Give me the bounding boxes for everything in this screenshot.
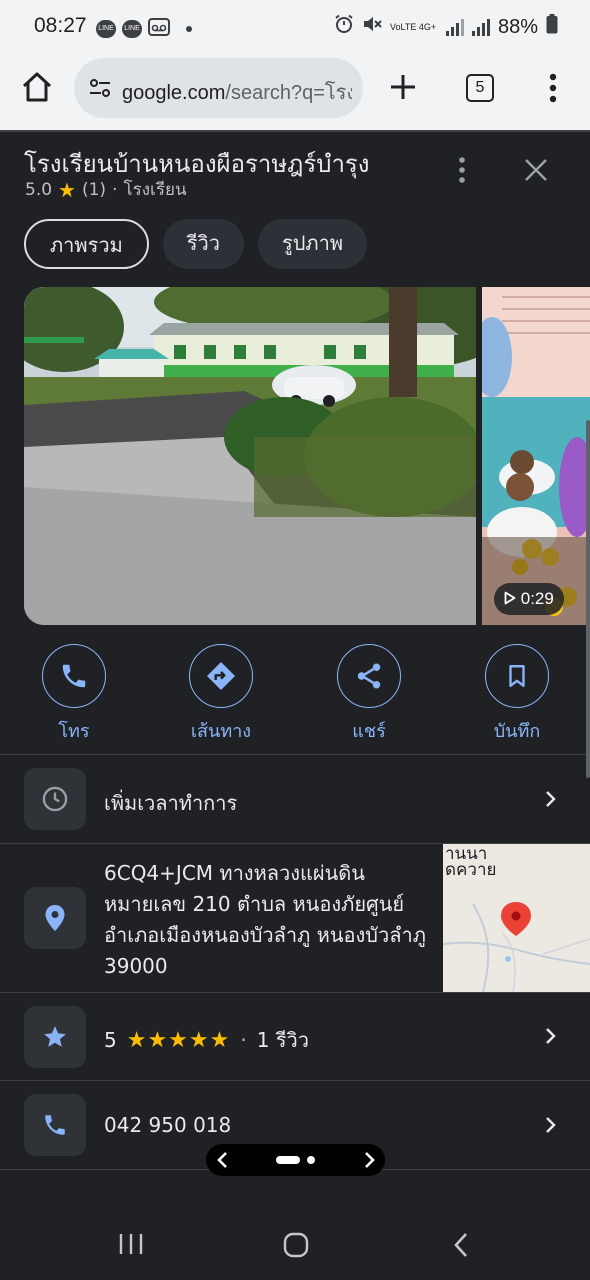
- reviews-row[interactable]: 5 ★★★★★ · 1 รีวิว: [0, 993, 590, 1080]
- place-tabs: ภาพรวม รีวิว รูปภาพ: [24, 219, 368, 269]
- line-icon: LINE: [96, 20, 116, 38]
- more-vert-icon: [459, 157, 465, 183]
- star-icon: [24, 1006, 86, 1068]
- map-label: ดควาย: [445, 860, 497, 880]
- status-time: 08:27: [34, 14, 87, 37]
- rating-value: 5.0: [25, 179, 53, 200]
- new-tab-button[interactable]: [388, 72, 418, 102]
- chevron-right-icon: [546, 1117, 556, 1133]
- tab-overview[interactable]: ภาพรวม: [24, 219, 149, 269]
- review-stars: ★★★★★: [126, 1027, 231, 1053]
- place-panel: โรงเรียนบ้านหนองผือราษฎร์บำรุง 5.0 ★ (1)…: [0, 130, 590, 1205]
- save-action[interactable]: บันทึก: [457, 644, 577, 745]
- signal-icon: [445, 18, 464, 36]
- scrollbar[interactable]: [586, 420, 590, 778]
- chevron-right-icon[interactable]: [360, 1151, 378, 1169]
- review-score: 5: [104, 1028, 117, 1052]
- chevron-right-icon: [546, 791, 556, 807]
- directions-icon[interactable]: [189, 644, 253, 708]
- review-count: (1): [81, 179, 107, 200]
- address-row[interactable]: 6CQ4+JCM ทางหลวงแผ่นดิน หมายเลข 210 ตำบล…: [0, 844, 590, 992]
- battery-percent: 88%: [497, 15, 538, 38]
- tab-photos[interactable]: รูปภาพ: [257, 219, 368, 269]
- close-button[interactable]: [522, 156, 550, 184]
- plus-icon: [391, 75, 415, 99]
- pager-dot-active: [276, 1156, 300, 1164]
- back-icon[interactable]: [452, 1232, 470, 1258]
- hours-text: เพิ่มเวลาทำการ: [104, 791, 238, 815]
- more-notifications-dot: [186, 26, 192, 32]
- home-icon: [22, 72, 52, 102]
- rating-row: 5.0 ★ (1) · โรงเรียน: [25, 176, 187, 203]
- clock-icon: [24, 768, 86, 830]
- home-button[interactable]: [20, 70, 54, 104]
- hours-row[interactable]: เพิ่มเวลาทำการ: [0, 755, 590, 843]
- voicemail-icon: [148, 18, 170, 40]
- alarm-icon: [334, 14, 354, 40]
- close-icon: [525, 159, 547, 181]
- status-bar: 08:27 LINE LINE VoLTE 4G+ 88%: [0, 0, 590, 56]
- site-info-icon[interactable]: [88, 76, 112, 100]
- status-right: VoLTE 4G+ 88%: [334, 14, 558, 40]
- location-pin-icon: [24, 887, 86, 949]
- phone-icon: [24, 1094, 86, 1156]
- separator: ·: [112, 179, 118, 200]
- address-bar[interactable]: google.com/search?q=โรง: [74, 58, 363, 118]
- place-video-thumbnail[interactable]: 0:29: [482, 287, 590, 625]
- place-photo[interactable]: [24, 287, 476, 625]
- tab-reviews[interactable]: รีวิว: [162, 219, 244, 269]
- directions-label: เส้นทาง: [190, 721, 252, 742]
- share-action[interactable]: แชร์: [309, 644, 429, 745]
- mute-icon: [362, 14, 382, 40]
- play-icon: [504, 591, 516, 605]
- save-label: บันทึก: [493, 721, 541, 742]
- video-duration-badge: 0:29: [494, 583, 564, 615]
- mini-map[interactable]: านนา ดควาย: [443, 844, 590, 992]
- star-icon: ★: [58, 177, 76, 202]
- recents-icon[interactable]: [118, 1233, 144, 1255]
- line-icon: LINE: [122, 20, 142, 38]
- panel-top-edge: [0, 130, 590, 132]
- battery-icon: [546, 14, 558, 40]
- chevron-right-icon: [546, 1028, 556, 1044]
- pager-dot: [307, 1156, 315, 1164]
- share-icon[interactable]: [337, 644, 401, 708]
- chevron-left-icon[interactable]: [214, 1151, 232, 1169]
- phone-number: 042 950 018: [104, 1113, 232, 1137]
- signal-icon: [471, 18, 490, 36]
- review-count-text: 1 รีวิว: [256, 1028, 310, 1052]
- call-label: โทร: [58, 721, 90, 742]
- browser-toolbar: google.com/search?q=โรง 5: [0, 56, 590, 130]
- network-type: VoLTE 4G+: [389, 21, 437, 32]
- url-text: google.com/search?q=โรง: [122, 82, 352, 104]
- action-buttons: โทร เส้นทาง แชร์ บันทึก: [0, 644, 590, 744]
- call-action[interactable]: โทร: [14, 644, 134, 745]
- directions-action[interactable]: เส้นทาง: [161, 644, 281, 745]
- browser-menu-button[interactable]: [548, 72, 558, 104]
- home-nav-icon[interactable]: [283, 1232, 309, 1258]
- reviews-summary: 5 ★★★★★ · 1 รีวิว: [104, 1024, 309, 1056]
- place-menu-button[interactable]: [456, 156, 468, 184]
- share-label: แชร์: [352, 721, 386, 742]
- place-category: โรงเรียน: [123, 180, 187, 200]
- more-vert-icon: [549, 73, 557, 103]
- address-text: 6CQ4+JCM ทางหลวงแผ่นดิน หมายเลข 210 ตำบล…: [104, 861, 426, 978]
- tab-switcher-button[interactable]: 5: [466, 74, 494, 102]
- page-navigator: [206, 1144, 385, 1176]
- system-navigation-bar: [0, 1205, 590, 1280]
- notification-icons: LINE LINE: [96, 18, 192, 40]
- phone-icon[interactable]: [42, 644, 106, 708]
- bookmark-icon[interactable]: [485, 644, 549, 708]
